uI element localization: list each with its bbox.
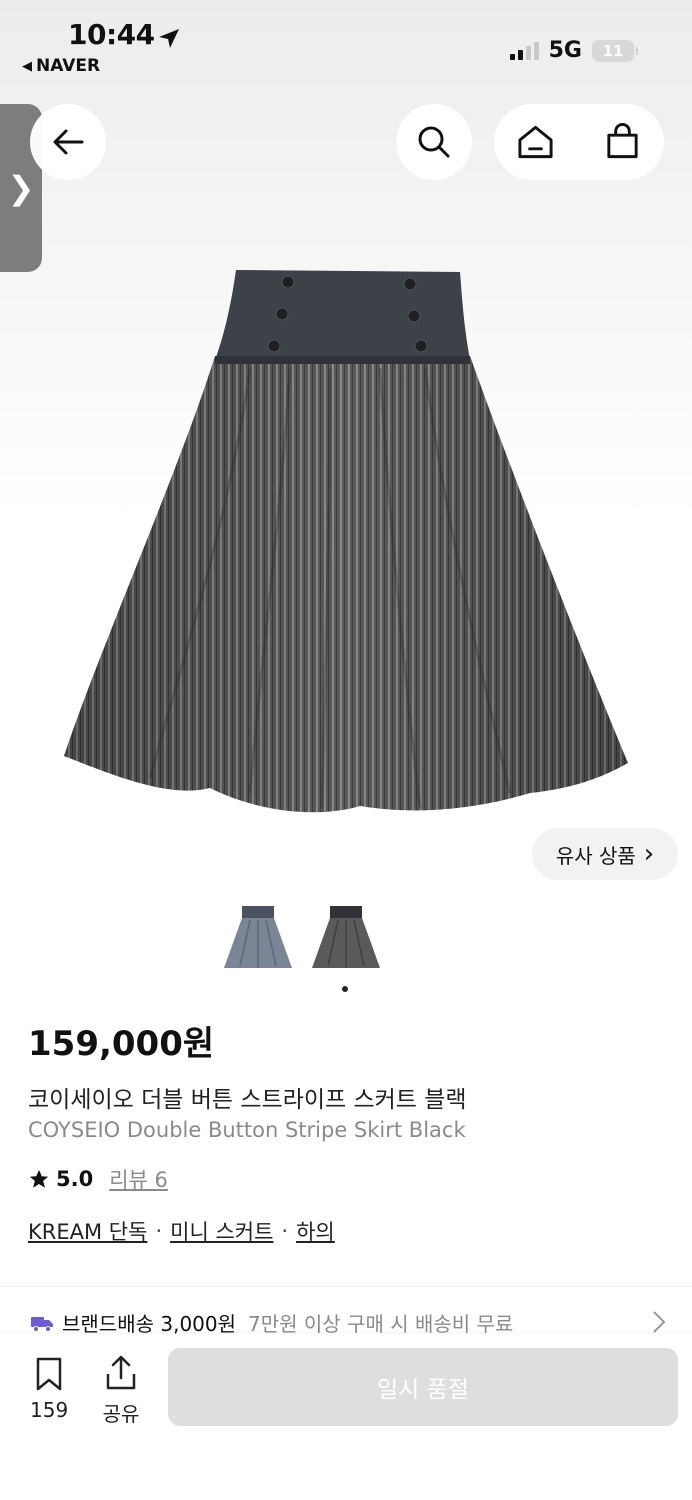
category-separator: · [281, 1219, 289, 1243]
location-arrow-icon [159, 29, 179, 48]
shopping-bag-icon[interactable] [603, 122, 642, 162]
section-divider [0, 1286, 692, 1287]
search-button[interactable] [396, 104, 472, 180]
share-label: 공유 [102, 1402, 140, 1426]
product-main-image [64, 270, 628, 813]
similar-products-label: 유사 상품 [555, 843, 636, 868]
sold-out-label: 일시 품절 [377, 1377, 469, 1403]
share-button[interactable]: 공유 [102, 1354, 140, 1427]
header-nav-group [494, 104, 664, 180]
shipping-fee: 브랜드배송 3,000원 [62, 1312, 237, 1336]
back-button[interactable] [30, 104, 106, 180]
status-indicators: 5G 11 [509, 38, 638, 63]
chevron-right-icon: › [643, 839, 655, 869]
battery-icon: 11 [592, 39, 638, 62]
bookmark-count: 159 [30, 1398, 69, 1422]
shipping-condition: 7만원 이상 구매 시 배송비 무료 [248, 1312, 514, 1336]
product-name-english: COYSEIO Double Button Stripe Skirt Black [28, 1118, 466, 1142]
status-time: 10:44 [68, 18, 155, 51]
category-link-kream-exclusive[interactable]: KREAM 단독 [28, 1216, 147, 1246]
cellular-signal-icon [509, 41, 539, 60]
category-breadcrumb: KREAM 단독 · 미니 스커트 · 하의 [28, 1216, 335, 1246]
delivery-truck-icon [31, 1316, 53, 1332]
bookmark-icon [36, 1357, 62, 1391]
home-icon[interactable] [516, 122, 555, 162]
product-name-korean: 코이세이오 더블 버튼 스트라이프 스커트 블랙 [28, 1087, 467, 1113]
sold-out-button[interactable]: 일시 품절 [168, 1348, 678, 1426]
chevron-right-icon: ❯ [7, 169, 35, 207]
back-triangle-icon: ◀ [22, 58, 32, 74]
color-thumbnail-black[interactable] [310, 904, 382, 976]
back-app-label: NAVER [36, 56, 101, 76]
star-icon [29, 1169, 49, 1188]
chevron-right-icon [653, 1311, 666, 1333]
network-type: 5G [548, 38, 582, 63]
category-link-mini-skirt[interactable]: 미니 스커트 [170, 1216, 273, 1246]
arrow-left-icon [53, 129, 84, 155]
share-icon [106, 1355, 136, 1390]
product-price: 159,000원 [28, 1024, 215, 1064]
gallery-page-indicator [342, 986, 348, 992]
battery-level: 11 [602, 41, 624, 60]
category-separator: · [155, 1219, 163, 1243]
shipping-info-row[interactable]: 브랜드배송 3,000원 7만원 이상 구매 시 배송비 무료 [30, 1308, 513, 1337]
search-icon [418, 126, 450, 158]
back-to-app[interactable]: ◀ NAVER [22, 56, 100, 76]
rating-row: 5.0 리뷰 6 [28, 1164, 168, 1194]
rating-score: 5.0 [56, 1167, 94, 1191]
category-link-bottoms[interactable]: 하의 [296, 1216, 335, 1246]
color-thumbnail-gray[interactable] [222, 904, 294, 976]
similar-products-button[interactable]: 유사 상품 › [532, 828, 678, 880]
review-link[interactable]: 리뷰 6 [109, 1164, 168, 1194]
bookmark-button[interactable]: 159 [30, 1356, 68, 1422]
